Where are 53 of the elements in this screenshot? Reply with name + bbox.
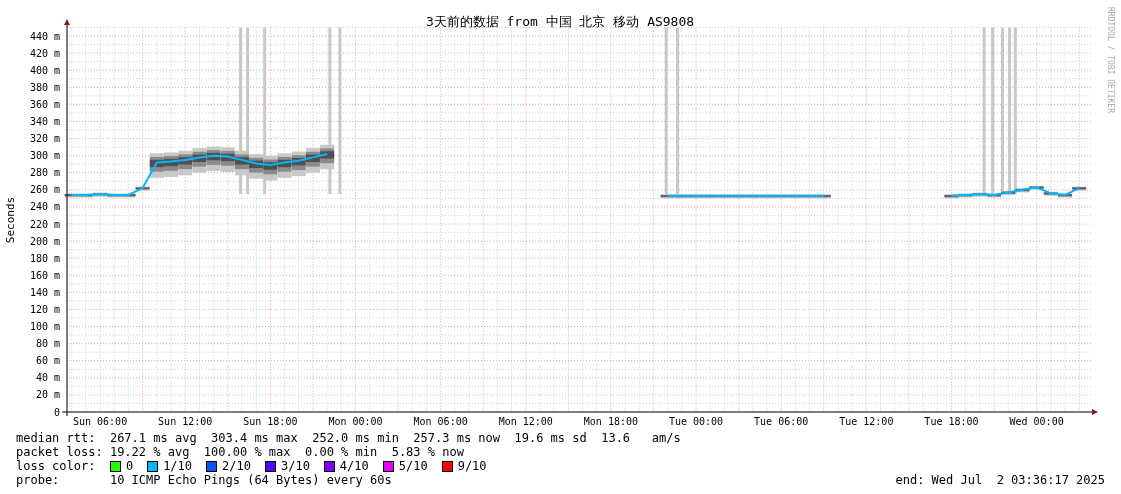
loss-level-label: 2/10 bbox=[222, 459, 251, 473]
axis-tick-label: 320 m bbox=[29, 133, 60, 145]
axis-tick-label: Tue 12:00 bbox=[839, 416, 894, 427]
axis-tick-label: Tue 18:00 bbox=[924, 416, 979, 427]
loss-level-label: 0 bbox=[125, 459, 134, 473]
axis-tick-label: 200 m bbox=[29, 235, 60, 247]
axis-tick-label: 20 m bbox=[35, 389, 60, 401]
loss-level-label: 1/10 bbox=[163, 459, 193, 473]
axis-tick-label: 360 m bbox=[29, 98, 60, 110]
axis-tick-label: Wed 00:00 bbox=[1009, 416, 1064, 427]
axis-tick-label: 180 m bbox=[29, 252, 60, 264]
end-time: end: Wed Jul 2 03:36:17 2025 bbox=[895, 473, 1105, 487]
axis-tick-label: Tue 06:00 bbox=[754, 416, 809, 427]
loss-level-label: 5/10 bbox=[398, 459, 428, 473]
axis-tick-label: 440 m bbox=[29, 30, 60, 42]
axis-tick-label: 420 m bbox=[29, 47, 60, 59]
probe-text: 10 ICMP Echo Pings (64 Bytes) every 60s bbox=[109, 473, 392, 487]
axis-tick-label: 140 m bbox=[29, 286, 60, 298]
axis-tick-label: Mon 00:00 bbox=[328, 416, 383, 427]
axis-tick-label: 40 m bbox=[35, 372, 60, 384]
axis-tick-label: 240 m bbox=[29, 201, 60, 213]
axis-tick-label: Mon 12:00 bbox=[498, 416, 553, 427]
axis-tick-label: 100 m bbox=[29, 321, 60, 333]
axis-tick-label: 340 m bbox=[29, 116, 60, 127]
axis-tick-label: Mon 06:00 bbox=[413, 416, 468, 427]
loss-level-label: 9/10 bbox=[457, 459, 487, 473]
axis-title: Seconds bbox=[4, 196, 17, 244]
legend-label: median rtt: bbox=[16, 431, 97, 445]
legend-values: 267.1 ms avg 303.4 ms max 252.0 ms min 257.3 ms now 19.6 ms sd 13.6 am/s bbox=[109, 431, 681, 445]
legend-label: packet loss: bbox=[16, 445, 104, 459]
axis-tick-label: 80 m bbox=[35, 338, 60, 350]
axis-tick-label: Sun 12:00 bbox=[158, 416, 213, 427]
axis-tick-label: 400 m bbox=[29, 64, 60, 76]
axis-tick-label: 220 m bbox=[29, 218, 60, 230]
loss-level-label: 4/10 bbox=[339, 459, 369, 473]
axis-tick-label: Tue 00:00 bbox=[668, 416, 724, 427]
axis-tick-label: 0 bbox=[53, 406, 60, 418]
axis-tick-label: 380 m bbox=[29, 81, 60, 93]
axis-tick-label: Mon 18:00 bbox=[583, 416, 638, 427]
credit-text: RRDTOOL / TOBI OETIKER bbox=[1106, 7, 1115, 113]
legend-values: 19.22 % avg 100.00 % max 0.00 % min 5.83 % now bbox=[109, 445, 464, 459]
axis-tick-label: Sun 06:00 bbox=[72, 416, 128, 427]
axis-tick-label: 300 m bbox=[29, 150, 60, 162]
axis-tick-label: 160 m bbox=[29, 269, 60, 281]
legend-label: probe: bbox=[16, 473, 61, 487]
axis-tick-label: 280 m bbox=[29, 167, 60, 179]
legend-label: loss color: bbox=[16, 459, 97, 473]
axis-tick-label: 260 m bbox=[29, 184, 60, 196]
graph-title: 3天前的数据 from 中国 北京 移动 AS9808 bbox=[425, 14, 695, 29]
axis-tick-label: 120 m bbox=[29, 303, 60, 315]
loss-level-label: 3/10 bbox=[280, 459, 310, 473]
axis-tick-label: 60 m bbox=[35, 355, 60, 367]
axis-tick-label: Sun 18:00 bbox=[243, 416, 298, 427]
